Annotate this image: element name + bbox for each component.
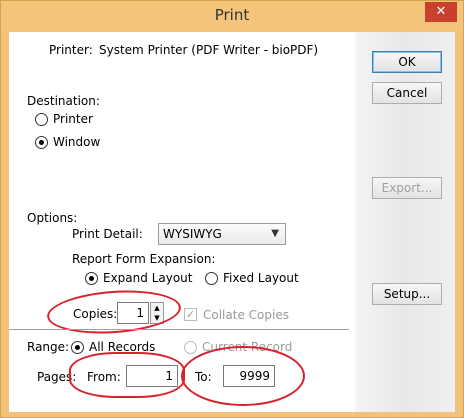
printer-label: Printer:	[49, 43, 93, 57]
options-label: Options:	[27, 211, 78, 225]
range-label: Range:	[27, 340, 70, 354]
destination-window-radio[interactable]	[35, 136, 48, 149]
collate-checkbox[interactable]: ✓	[184, 308, 197, 321]
to-highlight	[181, 346, 305, 406]
from-highlight	[69, 352, 185, 398]
print-detail-label: Print Detail:	[72, 227, 143, 241]
destination-printer-radio[interactable]	[35, 113, 48, 126]
destination-window-label[interactable]: Window	[53, 135, 100, 149]
ok-button[interactable]: OK	[372, 51, 442, 73]
chevron-down-icon: ▼	[271, 228, 279, 239]
close-icon: ✕	[435, 4, 447, 19]
all-records-radio[interactable]	[71, 341, 84, 354]
title-bar[interactable]: Print ✕	[1, 1, 463, 32]
expansion-label: Report Form Expansion:	[72, 252, 216, 266]
range-divider	[9, 329, 349, 330]
cancel-button[interactable]: Cancel	[372, 82, 442, 104]
destination-printer-label[interactable]: Printer	[53, 112, 93, 126]
print-detail-select[interactable]: WYSIWYG ▼	[158, 223, 286, 245]
export-button[interactable]: Export...	[372, 177, 442, 199]
expand-layout-label[interactable]: Expand Layout	[103, 271, 192, 285]
fixed-layout-radio[interactable]	[205, 272, 218, 285]
current-record-radio[interactable]	[184, 341, 197, 354]
printer-name: System Printer (PDF Writer - bioPDF)	[99, 43, 319, 57]
fixed-layout-label[interactable]: Fixed Layout	[223, 271, 299, 285]
print-dialog: Print ✕ Printer: System Printer (PDF Wri…	[0, 0, 464, 418]
collate-label[interactable]: Collate Copies	[203, 308, 289, 322]
destination-label: Destination:	[27, 94, 100, 108]
setup-button[interactable]: Setup...	[372, 283, 442, 305]
dialog-body: Printer: System Printer (PDF Writer - bi…	[9, 32, 455, 412]
expand-layout-radio[interactable]	[85, 272, 98, 285]
print-detail-value: WYSIWYG	[163, 227, 222, 241]
window-title: Print	[214, 6, 250, 24]
close-button[interactable]: ✕	[425, 2, 457, 22]
